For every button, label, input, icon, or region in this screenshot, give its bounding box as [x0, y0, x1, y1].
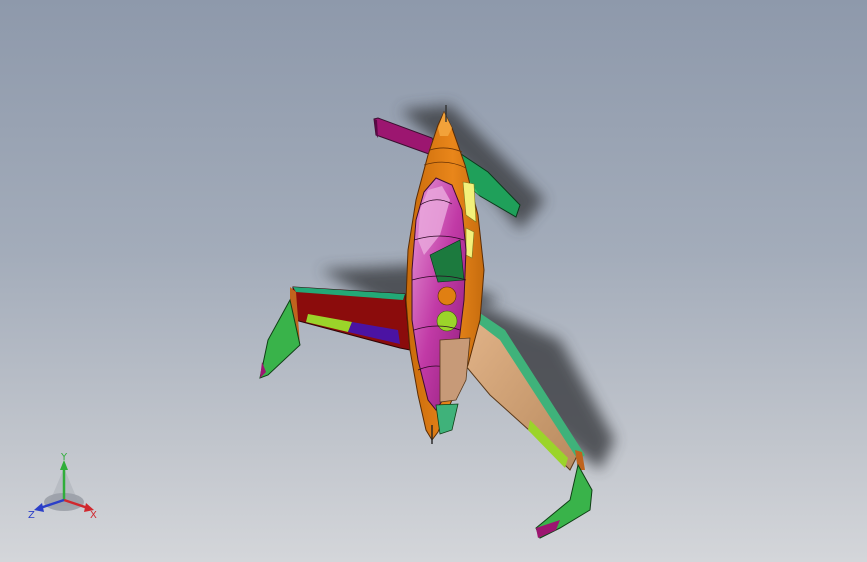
x-axis-label: X	[90, 510, 97, 521]
z-axis-arrow-icon	[34, 503, 44, 512]
z-axis-label: Z	[28, 510, 35, 521]
porthole-orange	[437, 286, 457, 306]
wing-left[interactable]	[259, 286, 411, 379]
exhaust-ring	[435, 403, 459, 435]
model-scene[interactable]	[0, 0, 867, 562]
engine-cowl	[439, 337, 471, 403]
y-axis-label: Y	[60, 452, 68, 463]
orientation-triad[interactable]: Y X Z	[22, 448, 106, 524]
graphics-viewport[interactable]: Y X Z	[0, 0, 867, 562]
